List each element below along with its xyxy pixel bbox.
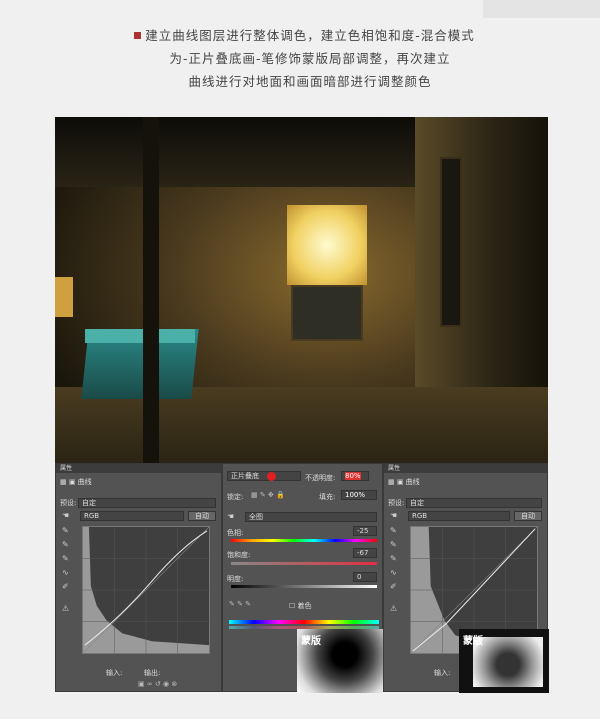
curve-tool-icon[interactable]: ∿ — [62, 568, 72, 578]
opacity-input[interactable]: 80% — [341, 471, 369, 481]
intro-text: 建立曲线图层进行整体调色，建立色相饱和度-混合模式 为-正片叠底画-笔修饰蒙版局… — [120, 24, 500, 93]
curves-icon: ▦ ▣ — [388, 478, 406, 486]
fill-label: 填充: — [319, 493, 336, 501]
eyedropper-icons[interactable]: ✎ ✎ ✎ — [229, 600, 251, 608]
layer-type-label: 曲线 — [405, 478, 420, 486]
saturation-value[interactable]: -67 — [353, 548, 377, 558]
input-label: 输入: — [106, 669, 123, 677]
clipping-icon[interactable]: ⚠ — [390, 604, 400, 614]
color-bar — [229, 620, 379, 624]
eyedropper-icon[interactable]: ✎ — [62, 540, 72, 550]
lightness-slider[interactable] — [231, 585, 377, 588]
hue-slider[interactable] — [231, 539, 377, 542]
intro-line: 为-正片叠底画-笔修饰蒙版局部调整，再次建立 — [169, 51, 451, 66]
pencil-icon[interactable]: ✐ — [62, 582, 72, 592]
lock-icons[interactable]: ▦ ✎ ✥ 🔒 — [251, 491, 285, 499]
colorize-checkbox[interactable]: ☐ 着色 — [289, 601, 312, 611]
mask-thumbnail: 蒙版 — [459, 629, 549, 693]
range-select[interactable]: 全图 — [245, 512, 377, 522]
eyedropper-icon[interactable]: ✎ — [390, 526, 400, 536]
saturation-slider[interactable] — [231, 562, 377, 565]
hue-saturation-panel: 正片叠底 不透明度: 80% 锁定: ▦ ✎ ✥ 🔒 填充: 100% ☚ 全图… — [222, 463, 384, 693]
auto-button[interactable]: 自动 — [514, 511, 542, 521]
intro-line: 曲线进行对地面和画面暗部进行调整颜色 — [188, 74, 432, 89]
preset-select[interactable]: 自定 — [78, 498, 216, 508]
pencil-icon[interactable]: ✐ — [390, 582, 400, 592]
hand-icon[interactable]: ☚ — [390, 511, 400, 521]
mask-thumbnail: 蒙版 — [297, 629, 384, 693]
eyedropper-icon[interactable]: ✎ — [62, 526, 72, 536]
curves-graph[interactable] — [82, 526, 210, 654]
layer-type-label: 曲线 — [77, 478, 92, 486]
curves-properties-panel-right: 属性 ▦ ▣ 曲线 预设: 自定 ☚ RGB 自动 ✎ ✎ ✎ ∿ ✐ ⚠ 输入… — [383, 463, 549, 693]
output-label: 输出: — [144, 669, 161, 677]
room-photo — [55, 117, 548, 463]
channel-select[interactable]: RGB — [408, 511, 510, 521]
hue-value[interactable]: -25 — [353, 526, 377, 536]
fill-input[interactable]: 100% — [341, 490, 377, 500]
hand-icon[interactable]: ☚ — [62, 511, 72, 521]
preset-label: 预设: — [60, 499, 77, 507]
eyedropper-icon[interactable]: ✎ — [62, 554, 72, 564]
lock-label: 锁定: — [227, 493, 244, 501]
panel-footer-icons[interactable]: ▣ ∞ ↺ ◉ ⊗ — [138, 679, 217, 689]
curves-properties-panel-left: 属性 ▦ ▣ 曲线 预设: 自定 ☚ RGB 自动 ✎ ✎ ✎ ∿ ✐ ⚠ 输入… — [55, 463, 222, 692]
channel-select[interactable]: RGB — [80, 511, 184, 521]
mask-label: 蒙版 — [463, 636, 483, 647]
saturation-label: 饱和度: — [227, 551, 251, 559]
lightness-value[interactable]: 0 — [353, 572, 377, 582]
blend-mode-select[interactable]: 正片叠底 — [227, 471, 301, 481]
preset-label: 预设: — [388, 499, 405, 507]
panel-header: 属性 — [384, 464, 547, 473]
eyedropper-icon[interactable]: ✎ — [390, 540, 400, 550]
panel-header: 属性 — [56, 464, 221, 473]
preset-select[interactable]: 自定 — [406, 498, 542, 508]
curve-tool-icon[interactable]: ∿ — [390, 568, 400, 578]
top-corner-box — [483, 0, 600, 18]
lightness-label: 明度: — [227, 575, 244, 583]
hue-label: 色相: — [227, 529, 244, 537]
clipping-icon[interactable]: ⚠ — [62, 604, 72, 614]
opacity-label: 不透明度: — [305, 474, 336, 482]
curves-icon: ▦ ▣ — [60, 478, 78, 486]
eyedropper-icon[interactable]: ✎ — [390, 554, 400, 564]
auto-button[interactable]: 自动 — [188, 511, 216, 521]
input-label: 输入: — [434, 669, 451, 677]
hand-icon[interactable]: ☚ — [227, 512, 237, 522]
red-marker — [267, 472, 276, 481]
mask-label: 蒙版 — [301, 636, 321, 647]
intro-line: 建立曲线图层进行整体调色，建立色相饱和度-混合模式 — [145, 28, 475, 43]
